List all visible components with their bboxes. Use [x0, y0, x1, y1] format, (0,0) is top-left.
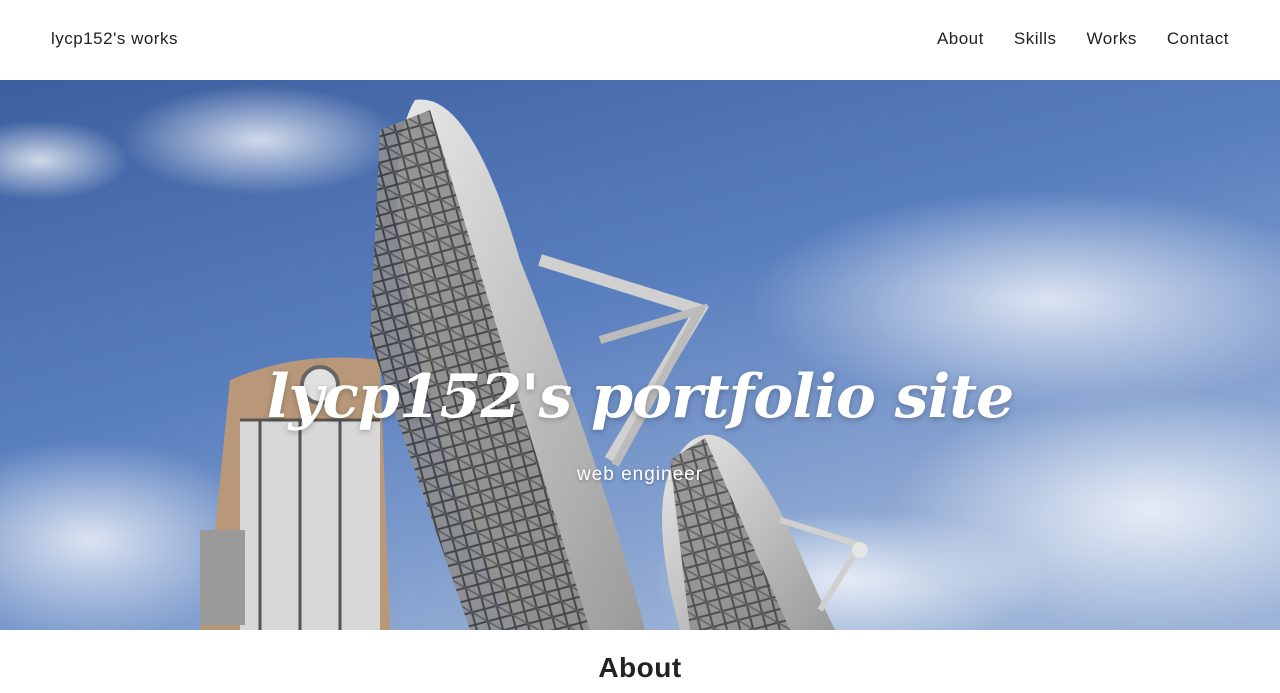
nav-skills[interactable]: Skills: [1014, 29, 1057, 49]
nav-works[interactable]: Works: [1087, 29, 1137, 49]
hero-image: [0, 80, 1280, 630]
site-title-link[interactable]: lycp152's works: [51, 29, 178, 49]
hero-title: lycp152's portfolio site: [266, 362, 1015, 432]
hero-subtitle: web engineer: [576, 464, 704, 485]
main-nav: About Skills Works Contact: [937, 29, 1229, 49]
site-header: lycp152's works About Skills Works Conta…: [0, 0, 1280, 80]
nav-contact[interactable]: Contact: [1167, 29, 1229, 49]
hero-section: lycp152's portfolio site web engineer: [0, 80, 1280, 630]
nav-about[interactable]: About: [937, 29, 984, 49]
about-heading: About: [598, 652, 682, 683]
